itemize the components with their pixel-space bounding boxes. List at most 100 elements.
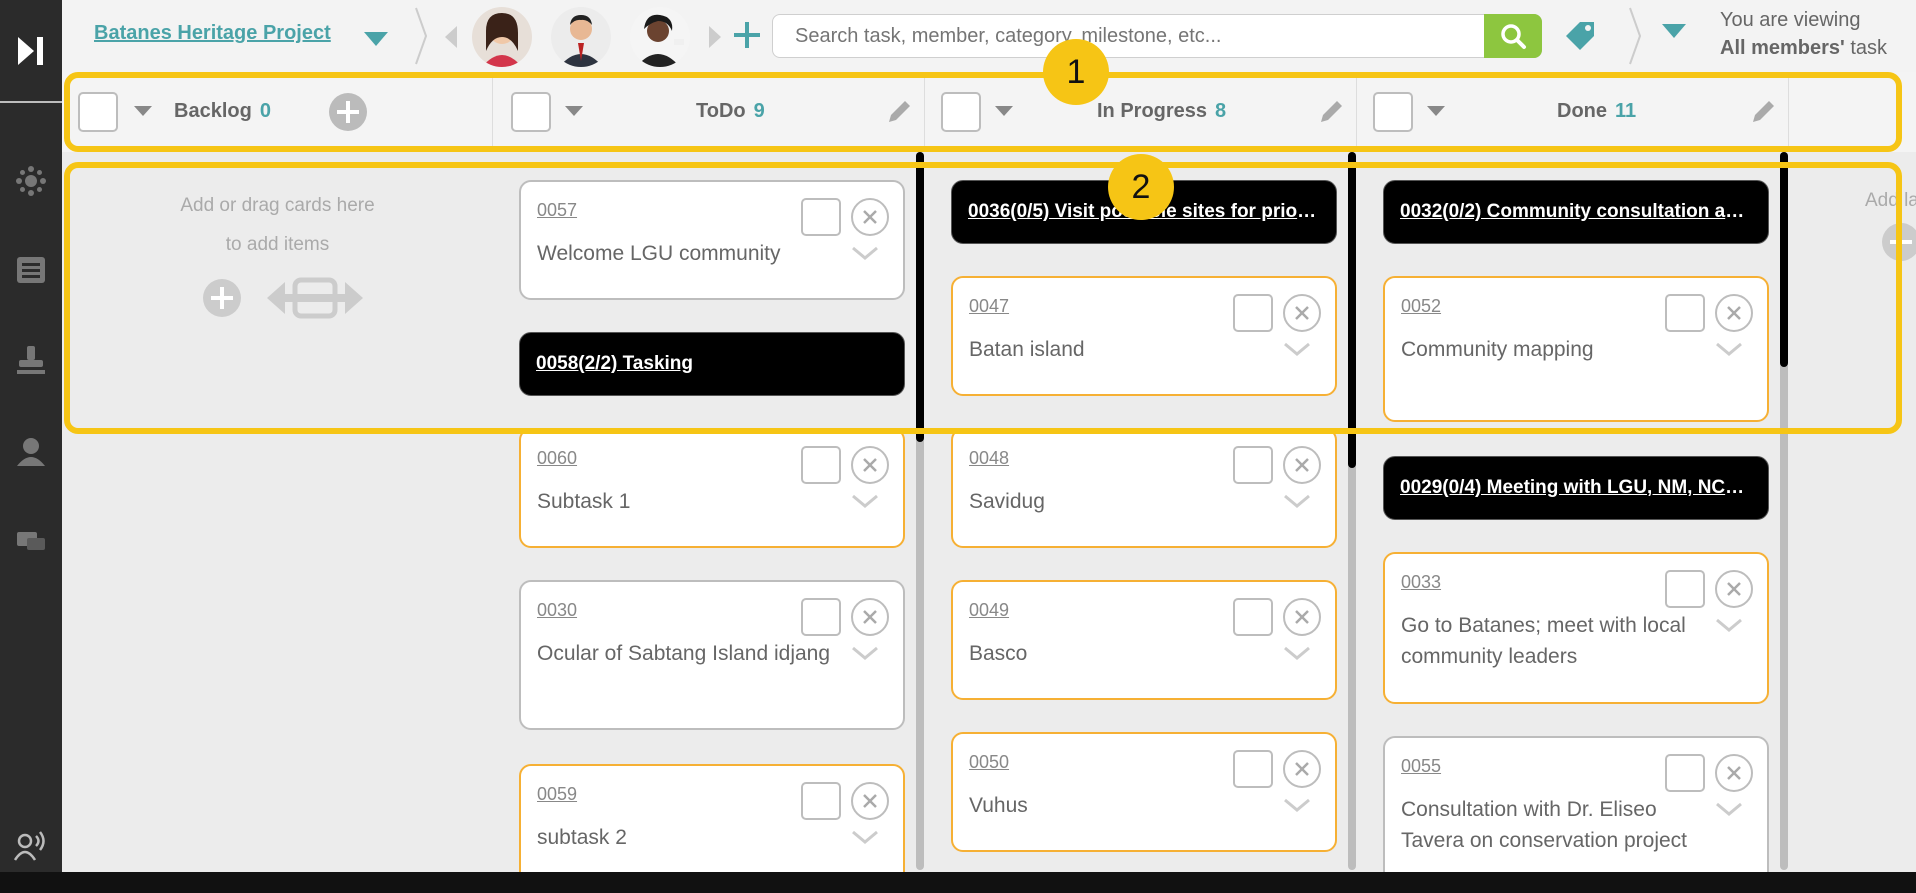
task-checkbox[interactable] <box>1233 446 1273 484</box>
chat-icon[interactable] <box>13 524 49 560</box>
remove-task-button[interactable] <box>851 598 889 636</box>
task-number-link[interactable]: 0057 <box>537 200 577 221</box>
task-card[interactable]: 0060 Subtask 1 <box>519 428 905 548</box>
remove-task-button[interactable] <box>1283 598 1321 636</box>
task-number-link[interactable]: 0047 <box>969 296 1009 317</box>
chevron-down-icon[interactable] <box>851 246 879 260</box>
remove-task-button[interactable] <box>1715 570 1753 608</box>
stamp-icon[interactable] <box>13 342 49 378</box>
remove-task-button[interactable] <box>1715 294 1753 332</box>
task-card[interactable]: 0047 Batan island <box>951 276 1337 396</box>
task-checkbox[interactable] <box>1233 294 1273 332</box>
task-number-link[interactable]: 0048 <box>969 448 1009 469</box>
project-dropdown-icon[interactable] <box>364 32 388 46</box>
chevron-down-icon[interactable] <box>851 646 879 660</box>
task-checkbox[interactable] <box>1233 750 1273 788</box>
tag-icon[interactable] <box>1562 18 1598 54</box>
task-card[interactable]: 0055 Consultation with Dr. Eliseo Tavera… <box>1383 736 1769 886</box>
task-number-link[interactable]: 0052 <box>1401 296 1441 317</box>
chevron-down-icon[interactable] <box>1283 494 1311 508</box>
todo-scrollbar-thumb[interactable] <box>916 152 924 442</box>
top-bar: Batanes Heritage Project You are viewing… <box>62 0 1916 72</box>
task-title: Batan island <box>969 338 1085 361</box>
remove-task-button[interactable] <box>851 198 889 236</box>
project-link[interactable]: Batanes Heritage Project <box>94 22 331 45</box>
remove-task-button[interactable] <box>1283 294 1321 332</box>
user-icon[interactable] <box>13 434 49 470</box>
search-input[interactable] <box>773 15 1473 57</box>
task-checkbox[interactable] <box>1665 294 1705 332</box>
viewing-dropdown-icon[interactable] <box>1662 24 1686 38</box>
task-card[interactable]: 0030 Ocular of Sabtang Island idjang <box>519 580 905 730</box>
task-number-link[interactable]: 0030 <box>537 600 577 621</box>
search-button[interactable] <box>1484 14 1542 58</box>
task-number-link[interactable]: 0033 <box>1401 572 1441 593</box>
chevron-down-icon[interactable] <box>1715 342 1743 356</box>
chevron-down-icon[interactable] <box>851 494 879 508</box>
add-card-icon[interactable] <box>1881 222 1916 262</box>
todo-menu-caret[interactable] <box>565 106 583 116</box>
chevron-down-icon[interactable] <box>1283 342 1311 356</box>
parent-task-card[interactable]: 0058(2/2) Tasking <box>519 332 905 396</box>
edit-pencil-icon[interactable] <box>887 98 913 124</box>
list-icon[interactable] <box>13 252 49 288</box>
gear-icon[interactable] <box>13 163 49 199</box>
task-checkbox[interactable] <box>801 598 841 636</box>
edit-pencil-icon[interactable] <box>1751 98 1777 124</box>
task-number-link[interactable]: 0050 <box>969 752 1009 773</box>
inprogress-scrollbar-thumb[interactable] <box>1348 152 1356 468</box>
add-card-icon[interactable] <box>328 92 368 132</box>
remove-task-button[interactable] <box>1283 446 1321 484</box>
task-checkbox[interactable] <box>801 198 841 236</box>
task-number-link[interactable]: 0049 <box>969 600 1009 621</box>
avatar-member-3[interactable] <box>630 7 690 67</box>
remove-task-button[interactable] <box>851 446 889 484</box>
avatars-next-icon[interactable] <box>709 26 721 48</box>
add-card-icon[interactable] <box>202 278 242 318</box>
task-card[interactable]: 0049 Basco <box>951 580 1337 700</box>
task-card[interactable]: 0050 Vuhus <box>951 732 1337 852</box>
expand-sidebar-button[interactable] <box>0 0 62 103</box>
chevron-down-icon[interactable] <box>1715 618 1743 632</box>
task-card[interactable]: 0033 Go to Batanes; meet with local comm… <box>1383 552 1769 704</box>
task-number-link[interactable]: 0055 <box>1401 756 1441 777</box>
parent-task-card[interactable]: 0029(0/4) Meeting with LGU, NM, NCCA... <box>1383 456 1769 520</box>
task-card[interactable]: 0052 Community mapping <box>1383 276 1769 422</box>
voice-user-icon[interactable] <box>13 828 49 864</box>
chevron-down-icon[interactable] <box>1283 798 1311 812</box>
task-checkbox[interactable] <box>1665 570 1705 608</box>
parent-task-link[interactable]: 0058(2/2) Tasking <box>536 353 886 375</box>
task-number-link[interactable]: 0060 <box>537 448 577 469</box>
parent-task-link[interactable]: 0029(0/4) Meeting with LGU, NM, NCCA... <box>1400 477 1750 499</box>
select-all-backlog-checkbox[interactable] <box>78 92 118 132</box>
remove-task-button[interactable] <box>1715 754 1753 792</box>
task-checkbox[interactable] <box>801 446 841 484</box>
task-checkbox[interactable] <box>1665 754 1705 792</box>
select-all-todo-checkbox[interactable] <box>511 92 551 132</box>
chevron-down-icon[interactable] <box>1715 802 1743 816</box>
avatar-member-2[interactable] <box>551 7 611 67</box>
done-scrollbar-thumb[interactable] <box>1780 152 1788 367</box>
remove-task-button[interactable] <box>851 782 889 820</box>
avatar-member-1[interactable] <box>472 7 532 67</box>
done-menu-caret[interactable] <box>1427 106 1445 116</box>
task-checkbox[interactable] <box>1233 598 1273 636</box>
inprogress-menu-caret[interactable] <box>995 106 1013 116</box>
task-card[interactable]: 0048 Savidug <box>951 428 1337 548</box>
task-number-link[interactable]: 0059 <box>537 784 577 805</box>
edit-pencil-icon[interactable] <box>1319 98 1345 124</box>
chevron-down-icon[interactable] <box>1283 646 1311 660</box>
task-checkbox[interactable] <box>801 782 841 820</box>
remove-task-button[interactable] <box>1283 750 1321 788</box>
select-all-inprogress-checkbox[interactable] <box>941 92 981 132</box>
select-all-done-checkbox[interactable] <box>1373 92 1413 132</box>
parent-task-card[interactable]: 0032(0/2) Community consultation and... <box>1383 180 1769 244</box>
backlog-menu-caret[interactable] <box>134 106 152 116</box>
column-header-row: Backlog 0 ToDo 9 In Progress 8 Done 11 <box>62 72 1916 152</box>
task-card[interactable]: 0059 subtask 2 <box>519 764 905 884</box>
avatars-prev-icon[interactable] <box>445 26 457 48</box>
add-member-icon[interactable] <box>732 20 762 50</box>
chevron-down-icon[interactable] <box>851 830 879 844</box>
task-card[interactable]: 0057 Welcome LGU community <box>519 180 905 300</box>
parent-task-link[interactable]: 0032(0/2) Community consultation and... <box>1400 201 1750 223</box>
